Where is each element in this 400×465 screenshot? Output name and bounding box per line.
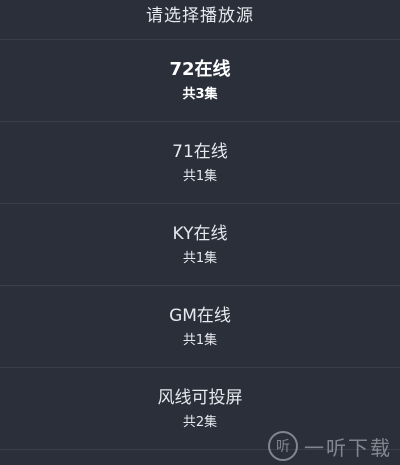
episode-count: 共1集 (182, 332, 218, 348)
watermark: 听 一听下载 (268, 431, 392, 461)
source-picker-sheet: 请选择播放源 72在线 共3集 71在线 共1集 KY在线 共1集 GM在线 共… (0, 0, 400, 465)
episode-count: 共1集 (182, 168, 218, 184)
source-list: 72在线 共3集 71在线 共1集 KY在线 共1集 GM在线 共1集 风线可投… (0, 40, 400, 450)
source-item-ky[interactable]: KY在线 共1集 (0, 204, 400, 286)
source-item-gm[interactable]: GM在线 共1集 (0, 286, 400, 368)
source-item-71[interactable]: 71在线 共1集 (0, 122, 400, 204)
sheet-header: 请选择播放源 (0, 0, 400, 40)
source-name: GM在线 (169, 305, 231, 326)
source-name: KY在线 (172, 223, 228, 244)
episode-count: 共1集 (182, 250, 218, 266)
episode-count: 共2集 (182, 414, 218, 430)
source-name: 71在线 (172, 141, 228, 162)
watermark-text: 一听下载 (304, 435, 392, 460)
source-name: 72在线 (169, 58, 231, 80)
episode-count: 共3集 (182, 86, 218, 102)
sheet-title: 请选择播放源 (146, 6, 254, 26)
watermark-logo-icon: 听 (268, 431, 298, 461)
source-item-72[interactable]: 72在线 共3集 (0, 40, 400, 122)
source-name: 风线可投屏 (157, 387, 243, 408)
